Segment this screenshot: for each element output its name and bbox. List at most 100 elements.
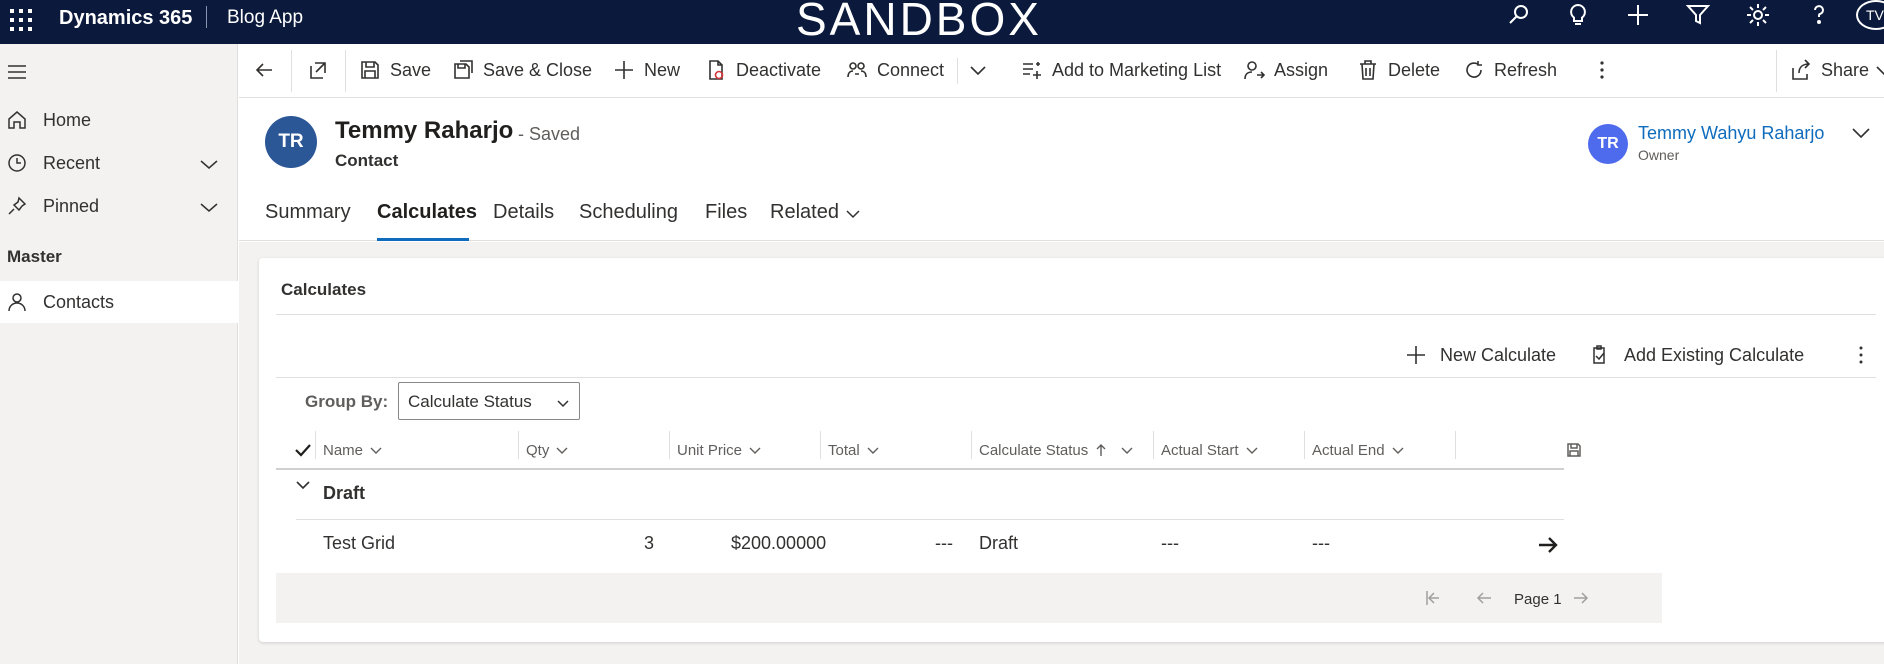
- cell-name[interactable]: Test Grid: [323, 533, 395, 554]
- app-name[interactable]: Blog App: [227, 7, 303, 29]
- sidebar-item-home[interactable]: Home: [0, 99, 238, 141]
- divider: [276, 377, 1876, 378]
- connect-icon: [847, 62, 867, 78]
- command-divider: [1776, 50, 1777, 92]
- new-calculate-button[interactable]: New Calculate: [1406, 339, 1556, 371]
- group-collapse-chevron-icon[interactable]: [294, 476, 312, 494]
- assign-label: Assign: [1274, 59, 1329, 80]
- column-divider: [820, 431, 821, 459]
- column-header-actual-end[interactable]: Actual End: [1312, 434, 1405, 466]
- user-avatar[interactable]: TV: [1856, 0, 1884, 30]
- back-button[interactable]: [253, 54, 284, 86]
- sidebar-item-pinned[interactable]: Pinned: [0, 185, 238, 227]
- sidebar-item-contacts[interactable]: Contacts: [0, 281, 238, 323]
- related-chevron-down-icon[interactable]: [844, 205, 862, 223]
- cell-unit-price: $200.00000: [731, 533, 827, 553]
- connect-button[interactable]: Connect: [846, 54, 944, 86]
- chevron-down-icon: [1246, 447, 1258, 454]
- top-app-bar: Dynamics 365 Blog App SANDBOX TV: [0, 0, 1884, 45]
- more-commands-button[interactable]: [1591, 54, 1622, 86]
- column-divider: [518, 431, 519, 459]
- group-by-value: Calculate Status: [408, 392, 532, 411]
- environment-label: SANDBOX: [796, 0, 1042, 45]
- column-header-total[interactable]: Total: [828, 434, 880, 466]
- tab-related[interactable]: Related: [770, 201, 839, 224]
- column-divider: [1304, 431, 1305, 459]
- tab-details[interactable]: Details: [493, 201, 554, 224]
- save-close-button[interactable]: Save & Close: [452, 54, 592, 86]
- row-divider: [296, 519, 1564, 520]
- next-page-icon[interactable]: [1572, 589, 1590, 607]
- group-by-label: Group By:: [305, 392, 389, 411]
- save-button[interactable]: Save: [359, 54, 431, 86]
- column-header-label: Qty: [526, 441, 550, 459]
- save-status: - Saved: [518, 124, 581, 144]
- title-divider: [206, 6, 207, 28]
- app-launcher-icon[interactable]: [8, 7, 34, 33]
- column-header-calculate-status[interactable]: Calculate Status: [979, 434, 1134, 466]
- product-name[interactable]: Dynamics 365: [59, 7, 192, 30]
- open-record-arrow-icon[interactable]: [1537, 534, 1559, 556]
- help-icon[interactable]: [1806, 2, 1832, 28]
- chevron-down-icon[interactable]: [198, 196, 220, 218]
- trash-icon: [1360, 60, 1376, 80]
- subgrid-more-button[interactable]: [1851, 339, 1884, 371]
- add-to-marketing-list-button[interactable]: Add to Marketing List: [1021, 54, 1221, 86]
- first-page-icon[interactable]: [1424, 589, 1442, 607]
- column-header-name[interactable]: Name: [323, 434, 383, 466]
- tab-calculates[interactable]: Calculates: [377, 201, 477, 224]
- chevron-down-icon: [867, 447, 879, 454]
- record-entity-type: Contact: [335, 151, 399, 170]
- header-expand-chevron-icon[interactable]: [1850, 122, 1872, 144]
- lightbulb-icon[interactable]: [1565, 2, 1591, 28]
- open-new-window-button[interactable]: [307, 54, 338, 86]
- add-list-icon: [1023, 62, 1041, 79]
- add-existing-calculate-button[interactable]: Add Existing Calculate: [1590, 339, 1804, 371]
- delete-button[interactable]: Delete: [1357, 54, 1440, 86]
- save-view-icon[interactable]: [1565, 441, 1583, 459]
- tab-summary[interactable]: Summary: [265, 201, 351, 224]
- subgrid-title: Calculates: [281, 280, 367, 299]
- chevron-down-icon[interactable]: [198, 153, 220, 175]
- owner-avatar: TR: [1588, 124, 1628, 164]
- share-label: Share: [1821, 59, 1870, 80]
- tab-scheduling[interactable]: Scheduling: [579, 201, 678, 224]
- sidebar-item-label: Recent: [43, 153, 101, 173]
- form-body: Calculates New Calculate Add Existing Ca…: [239, 242, 1884, 664]
- owner-link[interactable]: Temmy Wahyu Raharjo: [1638, 123, 1824, 144]
- select-all-checkmark-icon[interactable]: [294, 441, 312, 459]
- refresh-button[interactable]: Refresh: [1463, 54, 1557, 86]
- settings-icon[interactable]: [1745, 2, 1771, 28]
- plus-icon[interactable]: [1625, 2, 1651, 28]
- column-header-label: Total: [828, 441, 860, 459]
- cell-total: ---: [935, 533, 953, 553]
- column-divider: [1153, 431, 1154, 459]
- clock-icon: [6, 152, 28, 174]
- share-button[interactable]: Share: [1790, 54, 1884, 86]
- search-icon[interactable]: [1506, 2, 1532, 28]
- add-existing-label: Add Existing Calculate: [1624, 344, 1805, 365]
- delete-label: Delete: [1388, 59, 1441, 80]
- chevron-down-icon: [970, 66, 986, 76]
- share-icon: [1792, 59, 1811, 80]
- column-header-actual-start[interactable]: Actual Start: [1161, 434, 1259, 466]
- connect-label: Connect: [877, 59, 945, 80]
- tab-files[interactable]: Files: [705, 201, 747, 224]
- assign-button[interactable]: Assign: [1243, 54, 1328, 86]
- sidebar-item-recent[interactable]: Recent: [0, 142, 238, 184]
- column-header-label: Actual End: [1312, 441, 1385, 459]
- sidebar-item-label: Pinned: [43, 196, 100, 216]
- column-header-unit-price[interactable]: Unit Price: [677, 434, 762, 466]
- deactivate-button[interactable]: Deactivate: [705, 54, 821, 86]
- save-icon: [361, 61, 379, 79]
- more-connect-dropdown[interactable]: [967, 54, 998, 86]
- column-header-label: Name: [323, 441, 364, 459]
- group-by-dropdown[interactable]: Calculate Status: [398, 382, 580, 420]
- new-button[interactable]: New: [613, 54, 680, 86]
- arrow-left-icon: [255, 63, 272, 77]
- column-header-qty[interactable]: Qty: [526, 434, 569, 466]
- hamburger-menu-icon[interactable]: [6, 61, 28, 83]
- previous-page-icon[interactable]: [1475, 589, 1493, 607]
- filter-icon[interactable]: [1685, 2, 1711, 28]
- cell-actual-end: ---: [1312, 533, 1330, 553]
